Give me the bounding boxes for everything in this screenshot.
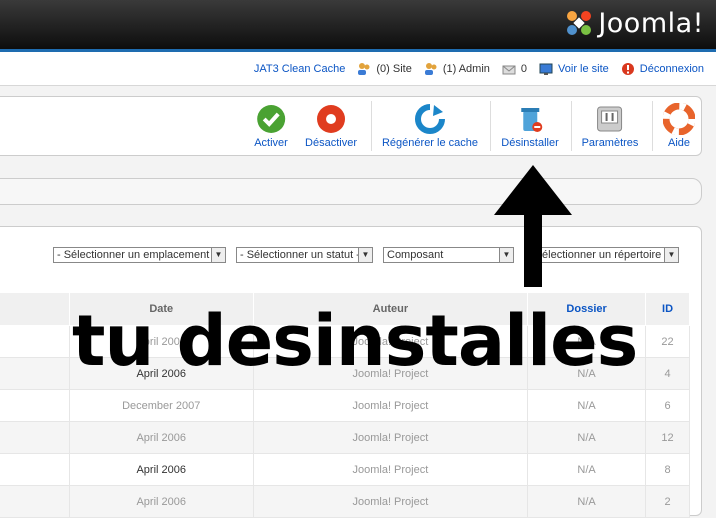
cell-name — [0, 357, 70, 390]
chevron-down-icon: ▼ — [664, 248, 678, 262]
users-icon — [424, 62, 437, 75]
messages[interactable]: 0 — [502, 62, 527, 76]
toolbar-divider — [571, 101, 572, 151]
help-button[interactable]: Aide — [663, 103, 695, 149]
activate-button[interactable]: Activer — [254, 103, 288, 149]
location-filter[interactable]: - Sélectionner un emplacement - ▼ — [53, 247, 226, 263]
chevron-down-icon: ▼ — [358, 248, 372, 262]
cell-name — [0, 485, 70, 518]
table-row[interactable]: April 2006 Joomla! Project N/A 2 — [0, 485, 690, 518]
toolbar-divider — [371, 101, 372, 151]
table-row[interactable]: April 2006 Joomla! Project N/A 8 — [0, 453, 690, 486]
messages-count: 0 — [520, 62, 528, 75]
parameters-label: Paramètres — [581, 137, 639, 149]
type-filter-value: Composant — [387, 249, 444, 261]
arrow-up-icon — [494, 165, 572, 287]
annotation-text: tu desinstalles — [72, 300, 638, 382]
site-users: (0) Site — [357, 62, 412, 76]
cell-date: April 2006 — [68, 485, 254, 518]
logout-label: Déconnexion — [639, 62, 704, 75]
table-row[interactable]: December 2007 Joomla! Project N/A 6 — [0, 389, 690, 422]
regenerate-cache-label: Régénérer le cache — [381, 137, 479, 149]
cell-name — [0, 421, 70, 454]
logout-icon — [621, 62, 634, 75]
status-filter-value: - Sélectionner un statut - — [240, 249, 360, 261]
toolbar-divider — [490, 101, 491, 151]
trash-icon — [521, 108, 542, 132]
cell-id: 4 — [645, 357, 690, 390]
lifebuoy-icon — [663, 103, 695, 135]
users-icon — [358, 62, 370, 75]
monitor-icon — [539, 63, 553, 75]
view-site-label: Voir le site — [558, 62, 609, 75]
toolbar: Activer Désactiver Régénérer le cache Dé… — [0, 96, 702, 156]
cell-id: 22 — [645, 325, 690, 358]
jat3-clean-cache-link[interactable]: JAT3 Clean Cache — [254, 63, 346, 75]
help-label: Aide — [667, 137, 691, 149]
admin-users-label: (1) Admin — [442, 62, 490, 75]
jat3-clean-cache-label: JAT3 Clean Cache — [253, 62, 346, 75]
cell-folder: N/A — [527, 389, 647, 422]
logout-link[interactable]: Déconnexion — [621, 62, 704, 76]
parameters-button[interactable]: Paramètres — [581, 103, 639, 149]
toolbar-divider — [652, 101, 653, 151]
status-filter[interactable]: - Sélectionner un statut - ▼ — [236, 247, 373, 263]
stop-icon — [317, 105, 345, 133]
cell-folder: N/A — [527, 485, 647, 518]
joomla-logo-icon — [567, 11, 592, 35]
deactivate-label: Désactiver — [305, 137, 357, 149]
cell-name — [0, 389, 70, 422]
location-filter-value: - Sélectionner un emplacement - — [57, 249, 216, 261]
refresh-icon — [415, 104, 445, 134]
check-icon — [257, 105, 285, 133]
view-site-link[interactable]: Voir le site — [539, 62, 609, 76]
deactivate-button[interactable]: Désactiver — [305, 103, 357, 149]
chevron-down-icon: ▼ — [211, 248, 225, 262]
regenerate-cache-button[interactable]: Régénérer le cache — [382, 103, 478, 149]
admin-header: Joomla! — [0, 0, 716, 52]
mail-icon — [502, 65, 516, 74]
cell-author: Joomla! Project — [252, 453, 529, 486]
cell-id: 12 — [645, 421, 690, 454]
cell-date: December 2007 — [68, 389, 254, 422]
cell-author: Joomla! Project — [252, 485, 529, 518]
settings-icon — [597, 106, 623, 132]
cell-name — [0, 453, 70, 486]
cell-date: April 2006 — [68, 421, 254, 454]
table-row[interactable]: April 2006 Joomla! Project N/A 12 — [0, 421, 690, 454]
uninstall-label: Désinstaller — [501, 137, 559, 149]
cell-name — [0, 325, 70, 358]
cell-folder: N/A — [527, 421, 647, 454]
cell-author: Joomla! Project — [252, 421, 529, 454]
message-bar — [0, 178, 702, 205]
status-bar: JAT3 Clean Cache (0) Site (1) Admin 0 Vo… — [0, 52, 716, 86]
column-header-id[interactable]: ID — [645, 292, 690, 326]
site-users-label: (0) Site — [376, 62, 412, 75]
cell-id: 8 — [645, 453, 690, 486]
cell-id: 6 — [645, 389, 690, 422]
column-header-name[interactable] — [0, 292, 70, 326]
admin-users: (1) Admin — [424, 62, 490, 76]
cell-author: Joomla! Project — [252, 389, 529, 422]
logo-text: Joomla! — [598, 7, 704, 39]
cell-folder: N/A — [527, 453, 647, 486]
joomla-logo[interactable]: Joomla! — [564, 7, 704, 39]
cell-id: 2 — [645, 485, 690, 518]
uninstall-button[interactable]: Désinstaller — [501, 103, 559, 149]
cell-date: April 2006 — [68, 453, 254, 486]
activate-label: Activer — [254, 137, 288, 149]
